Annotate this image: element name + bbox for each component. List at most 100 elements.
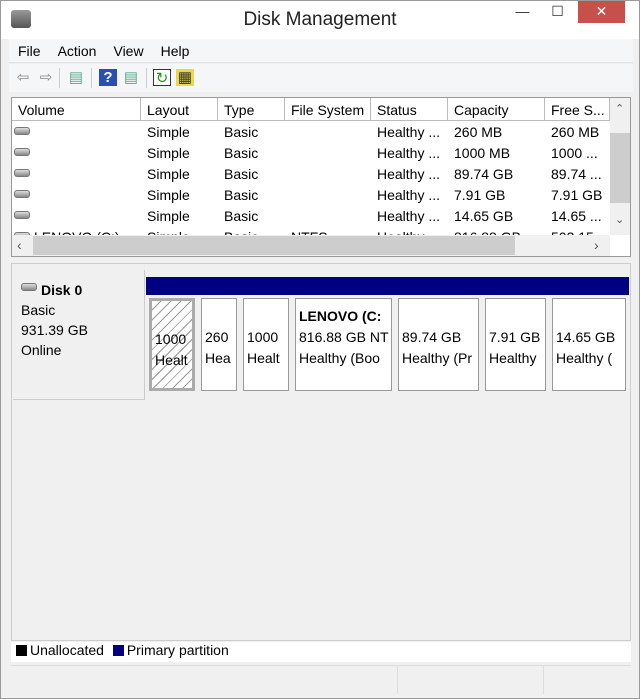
column-header-type[interactable]: Type xyxy=(218,98,285,121)
maximize-button[interactable]: ☐ xyxy=(544,1,571,23)
vertical-scroll-thumb[interactable] xyxy=(610,133,630,203)
partition-box[interactable]: 89.74 GB Healthy (Pr xyxy=(398,298,479,391)
menu-action[interactable]: Action xyxy=(49,39,105,59)
volume-list: Volume Layout Type File System Status Ca… xyxy=(11,97,631,257)
partition-title xyxy=(155,308,192,329)
vertical-scrollbar[interactable]: ⌃ ⌄ xyxy=(610,98,630,235)
close-button[interactable]: ✕ xyxy=(578,1,625,23)
partition-title xyxy=(489,306,545,327)
column-header-status[interactable]: Status xyxy=(371,98,448,121)
partition-box[interactable]: 260 Hea xyxy=(201,298,237,391)
cell-capacity: 260 MB xyxy=(454,124,503,140)
partition-title xyxy=(247,306,288,327)
cell-free-s-: 89.74 ... xyxy=(551,166,602,182)
partition-box[interactable]: 1000 Healt xyxy=(149,298,195,391)
partition[interactable]: LENOVO (C: 816.88 GB NT Healthy (Boo xyxy=(292,277,395,394)
toolbar-divider xyxy=(59,68,60,88)
partition-box[interactable]: 1000 Healt xyxy=(243,298,289,391)
scroll-right-icon[interactable]: › xyxy=(594,237,599,253)
horizontal-scroll-thumb[interactable] xyxy=(33,236,515,255)
partition-type-bar xyxy=(482,277,549,295)
partition-type-bar xyxy=(395,277,482,295)
partition-status: Healthy (Pr xyxy=(402,350,473,366)
column-header-volume[interactable]: Volume xyxy=(12,98,141,121)
cell-status: Healthy ... xyxy=(377,166,441,182)
status-bar xyxy=(11,665,631,694)
forward-arrow-icon[interactable]: ⇨ xyxy=(37,69,55,86)
volume-row[interactable]: Simple Basic Healthy ... 7.91 GB 7.91 GB xyxy=(12,184,610,205)
disk-management-window: Disk Management — ☐ ✕ File Action View Help… xyxy=(0,0,640,699)
disk-graphical-view: Disk 0 Basic 931.39 GB Online 1000 Healt 2… xyxy=(11,263,631,641)
volume-row[interactable]: Simple Basic Healthy ... 1000 MB 1000 ... xyxy=(12,142,610,163)
cell-status: Healthy ... xyxy=(377,145,441,161)
partition-size: 1000 xyxy=(155,331,187,347)
partition[interactable]: 7.91 GB Healthy xyxy=(482,277,549,394)
partition-box[interactable]: 14.65 GB Healthy ( xyxy=(552,298,626,391)
partition-title: LENOVO (C: xyxy=(299,308,382,324)
menu-help[interactable]: Help xyxy=(152,39,198,59)
partition-status: Healthy ( xyxy=(556,350,613,366)
back-arrow-icon[interactable]: ⇦ xyxy=(14,69,32,86)
partition-size: 89.74 GB xyxy=(402,329,462,345)
scroll-up-icon[interactable]: ⌃ xyxy=(615,102,624,115)
legend-swatch-unallocated xyxy=(16,645,27,656)
volume-icon xyxy=(14,127,30,135)
scroll-left-icon[interactable]: ‹ xyxy=(17,237,22,253)
cell-capacity: 1000 MB xyxy=(454,145,511,161)
refresh-icon[interactable]: ↻ xyxy=(153,69,171,87)
cell-layout: Simple xyxy=(147,208,190,224)
cell-type: Basic xyxy=(224,187,259,203)
menu-bar: File Action View Help xyxy=(9,39,633,63)
partition-status: Healt xyxy=(247,350,280,366)
column-header-capacity[interactable]: Capacity xyxy=(448,98,545,121)
show-action-pane-icon[interactable]: ▤ xyxy=(122,69,140,86)
disk-size: 931.39 GB xyxy=(21,322,88,338)
disk-state: Online xyxy=(21,342,62,358)
column-header-file-system[interactable]: File System xyxy=(285,98,371,121)
partition-type-bar xyxy=(240,277,292,295)
partition[interactable]: 89.74 GB Healthy (Pr xyxy=(395,277,482,394)
partition[interactable]: 1000 Healt xyxy=(146,277,198,394)
column-header-free-space[interactable]: Free S... xyxy=(545,98,610,121)
cell-free-s-: 1000 ... xyxy=(551,145,598,161)
show-hide-console-tree-icon[interactable]: ▤ xyxy=(67,69,85,86)
cell-status: Healthy ... xyxy=(377,208,441,224)
toolbar: ⇦ ⇨ ▤ ? ▤ ↻ ▦ xyxy=(9,64,633,92)
partition[interactable]: 14.65 GB Healthy ( xyxy=(549,277,629,394)
legend-swatch-primary xyxy=(112,645,124,656)
menu-file[interactable]: File xyxy=(9,39,49,59)
partition-status: Healthy (Boo xyxy=(299,350,380,366)
partition-status: Hea xyxy=(205,350,231,366)
cell-layout: Simple xyxy=(147,145,190,161)
toolbar-divider xyxy=(146,68,147,88)
legend-unallocated: Unallocated xyxy=(30,642,104,658)
partition-box[interactable]: LENOVO (C: 816.88 GB NT Healthy (Boo xyxy=(295,298,392,391)
scroll-down-icon[interactable]: ⌄ xyxy=(615,213,624,226)
volume-row[interactable]: Simple Basic Healthy ... 89.74 GB 89.74 ... xyxy=(12,163,610,184)
column-header-layout[interactable]: Layout xyxy=(141,98,218,121)
cell-status: Healthy ... xyxy=(377,124,441,140)
status-pane xyxy=(11,666,398,694)
partition-type-bar xyxy=(146,277,198,295)
volume-icon xyxy=(14,190,30,198)
partition-title xyxy=(402,306,478,327)
volume-row[interactable]: Simple Basic Healthy ... 14.65 GB 14.65 ... xyxy=(12,205,610,226)
minimize-button[interactable]: — xyxy=(509,1,536,23)
help-icon[interactable]: ? xyxy=(99,69,117,86)
partition-box[interactable]: 7.91 GB Healthy xyxy=(485,298,546,391)
disk-0-label[interactable]: Disk 0 Basic 931.39 GB Online xyxy=(13,270,145,400)
toolbar-divider xyxy=(91,68,92,88)
cell-free-s-: 260 MB xyxy=(551,124,600,140)
legend-primary-partition: Primary partition xyxy=(126,642,229,658)
partition[interactable]: 1000 Healt xyxy=(240,277,292,394)
disk-icon xyxy=(21,283,37,291)
partition-size: 816.88 GB NT xyxy=(299,329,389,345)
properties-icon[interactable]: ▦ xyxy=(176,69,194,86)
menu-view[interactable]: View xyxy=(104,39,151,59)
cell-capacity: 7.91 GB xyxy=(454,187,506,203)
horizontal-scrollbar[interactable]: ‹ › xyxy=(12,235,610,256)
cell-type: Basic xyxy=(224,166,259,182)
cell-status: Healthy ... xyxy=(377,187,441,203)
volume-row[interactable]: Simple Basic Healthy ... 260 MB 260 MB xyxy=(12,121,610,142)
partition[interactable]: 260 Hea xyxy=(198,277,240,394)
